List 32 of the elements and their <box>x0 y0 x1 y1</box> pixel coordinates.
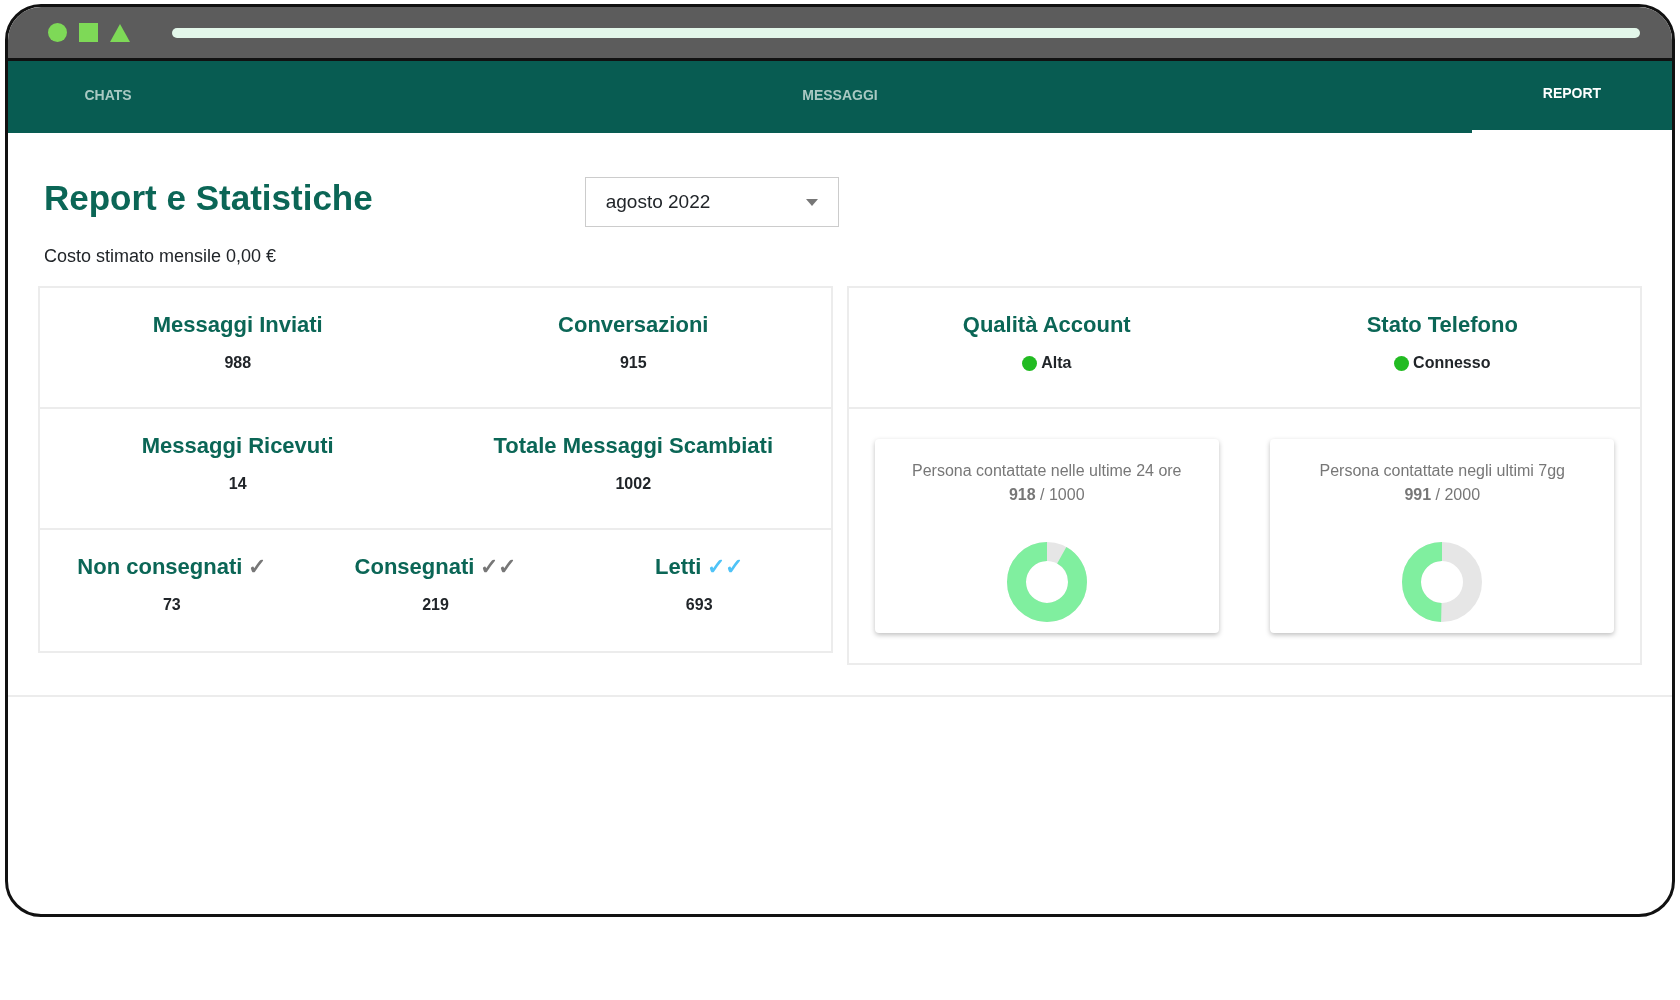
gauge-title: Persona contattate negli ultimi 7gg <box>1318 461 1566 481</box>
status-label: Stato Telefono <box>1365 311 1519 339</box>
status-label: Qualità Account <box>961 311 1132 339</box>
stat-label: Totale Messaggi Scambiati <box>493 433 774 458</box>
stat-value: 14 <box>227 474 248 494</box>
stat-value: 219 <box>421 595 450 615</box>
stat-value: 1002 <box>614 474 653 494</box>
stat-label: Conversazioni <box>558 312 709 337</box>
stat-value: 915 <box>618 353 648 373</box>
stat-label: Messaggi Inviati <box>152 312 323 337</box>
check-icon: ✓ <box>248 554 267 579</box>
gauge-count: 991 / 2000 <box>1403 485 1482 505</box>
stat-label: Consegnati <box>354 554 475 579</box>
month-select[interactable]: agosto 2022 <box>584 177 839 227</box>
gauge-count: 918 / 1000 <box>1007 485 1086 505</box>
cost-text: Costo stimato mensile 0,00 € <box>43 245 278 268</box>
stat-label: Letti <box>654 554 702 579</box>
stat-label: Messaggi Ricevuti <box>141 433 334 458</box>
nav-tab[interactable]: MESSAGGI <box>740 61 940 133</box>
check-icon: ✓✓ <box>480 554 517 579</box>
status-value: Connesso <box>1413 353 1491 373</box>
stat-value: 988 <box>223 353 253 373</box>
status-value: Alta <box>1041 353 1072 373</box>
gauge-title: Persona contattate nelle ultime 24 ore <box>911 461 1183 481</box>
nav-tab[interactable]: REPORT <box>1472 61 1672 133</box>
stat-label: Non consegnati <box>77 554 243 579</box>
nav-tab[interactable]: CHATS <box>8 61 208 133</box>
stat-value: 693 <box>684 595 714 615</box>
month-value: agosto 2022 <box>605 189 711 214</box>
check-icon: ✓✓ <box>707 554 744 579</box>
stat-value: 73 <box>161 595 182 615</box>
page-title: Report e Statistiche <box>44 177 373 219</box>
